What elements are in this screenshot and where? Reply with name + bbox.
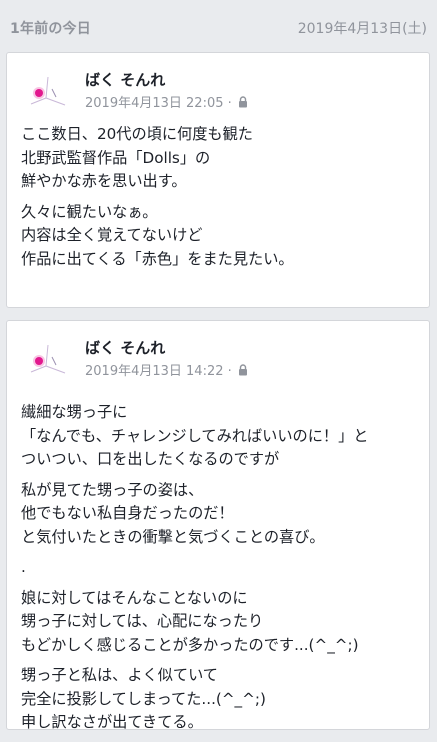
lock-icon (238, 96, 247, 108)
post-line: ついつい、口を出したくなるのですが (21, 450, 280, 468)
post-line: 北野武監督作品「Dolls」の (21, 148, 211, 167)
post-line: 私が見てた甥っ子の姿は、 (21, 480, 204, 499)
post-paragraph: ここ数日、20代の頃に何度も観た 北野武監督作品「Dolls」の 鮮やかな赤を思… (21, 123, 421, 194)
post-paragraph: 繊細な甥っ子に 「なんでも、チャレンジしてみればいいのに！」と ついつい、口を出… (21, 401, 421, 472)
post-paragraph: 久々に観たいなぁ。 内容は全く覚えてないけど 作品に出てくる「赤色」をまた見たい… (21, 201, 421, 272)
lock-icon (238, 364, 247, 376)
post-line: 申し訳なさが出てきてる。 (21, 713, 203, 731)
memories-date: 2019年4月13日(土) (297, 21, 427, 37)
post-line: もどかしく感じることが多かったのです...(^_^;) (21, 635, 359, 654)
post-line: 久々に観たいなぁ。 (21, 202, 158, 221)
post-paragraph: 甥っ子と私は、よく似ていて 完全に投影してしまってた...(^_^;) 申し訳な… (21, 664, 421, 735)
post-body: ここ数日、20代の頃に何度も観た 北野武監督作品「Dolls」の 鮮やかな赤を思… (21, 123, 421, 278)
avatar[interactable] (25, 339, 71, 385)
post-line: 鮮やかな赤を思い出す。 (21, 172, 187, 190)
post-paragraph: 私が見てた甥っ子の姿は、 他でもない私自身だったのだ！ と気付いたときの衝撃と気… (21, 479, 421, 550)
post-line: 完全に投影してしまってた...(^_^;) (21, 689, 266, 708)
post-meta: 2019年4月13日 14:22 · (85, 360, 248, 379)
avatar[interactable] (25, 71, 71, 117)
post-card: ばく そんれ 2019年4月13日 22:05 · ここ数日、20代の頃に何度も… (6, 52, 430, 308)
post-line: 甥っ子と私は、よく似ていて (21, 666, 218, 684)
post-paragraph: . (21, 556, 421, 580)
post-line: 内容は全く覚えてないけど (21, 226, 203, 244)
post-line: . (21, 558, 26, 576)
post-body: 繊細な甥っ子に 「なんでも、チャレンジしてみればいいのに！」と ついつい、口を出… (21, 401, 421, 742)
post-meta: 2019年4月13日 22:05 · (85, 92, 248, 111)
post-paragraph: 娘に対してはそんなことないのに 甥っ子に対しては、心配になったり もどかしく感じ… (21, 587, 421, 658)
post-card: ばく そんれ 2019年4月13日 14:22 · 繊細な甥っ子に 「なんでも、… (6, 320, 430, 731)
author-name[interactable]: ばく そんれ (85, 69, 165, 90)
author-name[interactable]: ばく そんれ (85, 337, 165, 358)
post-line: 甥っ子に対しては、心配になったり (21, 612, 264, 630)
post-line: 他でもない私自身だったのだ！ (21, 504, 234, 522)
post-line: 作品に出てくる「赤色」をまた見たい。 (21, 249, 294, 268)
post-timestamp[interactable]: 2019年4月13日 22:05 · (85, 96, 236, 111)
memories-header: 1年前の今日 2019年4月13日(土) (0, 0, 437, 52)
post-line: 「なんでも、チャレンジしてみればいいのに！」と (21, 426, 369, 445)
post-line: 娘に対してはそんなことないのに (21, 588, 248, 607)
post-line: と気付いたときの衝撃と気づくことの喜び。 (21, 527, 325, 546)
memories-title: 1年前の今日 (10, 21, 91, 37)
post-line: 繊細な甥っ子に (21, 403, 128, 421)
post-timestamp[interactable]: 2019年4月13日 14:22 · (85, 364, 236, 379)
post-line: ここ数日、20代の頃に何度も観た (21, 125, 253, 143)
